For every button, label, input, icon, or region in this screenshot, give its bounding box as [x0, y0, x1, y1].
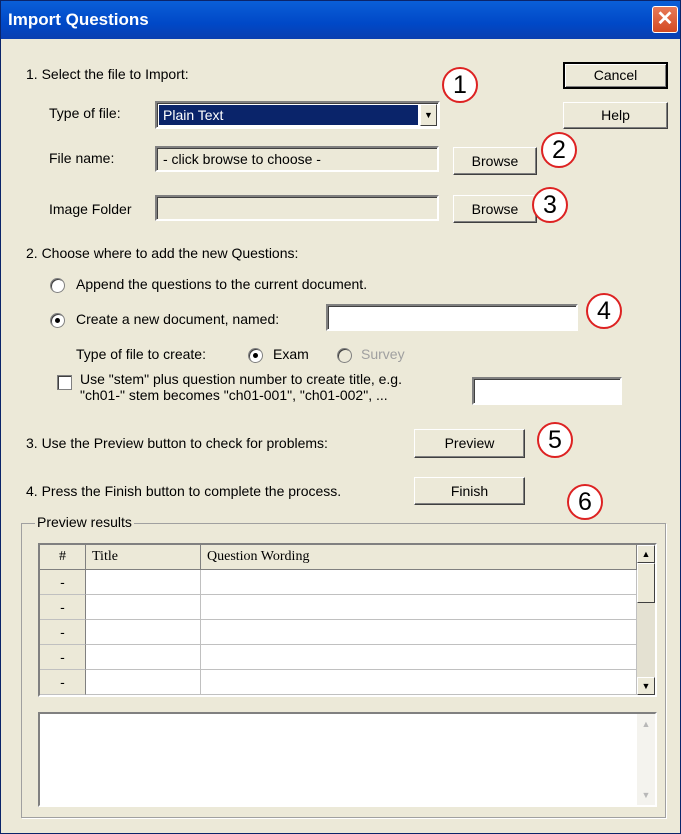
type-of-file-label: Type of file:: [49, 105, 121, 121]
table-row[interactable]: -: [40, 570, 86, 595]
type-of-file-value: Plain Text: [159, 105, 418, 125]
browse-image-button[interactable]: Browse: [453, 195, 537, 223]
step1-heading: 1. Select the file to Import:: [26, 66, 189, 82]
survey-label: Survey: [361, 346, 405, 362]
finish-button[interactable]: Finish: [414, 477, 525, 505]
stem-input[interactable]: [472, 377, 622, 405]
preview-results-label: Preview results: [35, 514, 134, 530]
exam-label: Exam: [273, 346, 309, 362]
stem-checkbox[interactable]: [57, 375, 72, 390]
cancel-button[interactable]: Cancel: [563, 62, 668, 89]
image-folder-label: Image Folder: [49, 201, 132, 217]
arrow-up-icon[interactable]: ▲: [637, 545, 655, 563]
column-header-number[interactable]: #: [40, 545, 86, 570]
callout-3: 3: [532, 187, 568, 223]
dialog-title: Import Questions: [8, 10, 149, 29]
import-questions-dialog: Import Questions ✕ 1. Select the file to…: [0, 0, 681, 834]
table-cell[interactable]: [201, 595, 637, 620]
table-cell[interactable]: [201, 620, 637, 645]
step3-text: 3. Use the Preview button to check for p…: [26, 435, 328, 451]
arrow-up-icon[interactable]: ▲: [638, 716, 654, 732]
create-new-label: Create a new document, named:: [76, 311, 280, 327]
exam-radio[interactable]: [248, 348, 263, 363]
details-scrollbar[interactable]: ▲ ▼: [637, 714, 655, 805]
new-document-name-input[interactable]: [326, 304, 578, 331]
append-radio[interactable]: [50, 278, 65, 293]
image-folder-field[interactable]: [155, 195, 439, 221]
file-name-label: File name:: [49, 150, 115, 166]
table-cell[interactable]: [86, 670, 201, 695]
survey-radio[interactable]: [337, 348, 352, 363]
stem-line-1: Use "stem" plus question number to creat…: [80, 371, 402, 387]
arrow-down-icon[interactable]: ▼: [638, 787, 654, 803]
type-to-create-label: Type of file to create:: [76, 346, 206, 362]
column-header-question-wording[interactable]: Question Wording: [201, 545, 637, 570]
title-bar[interactable]: Import Questions ✕: [1, 1, 680, 39]
preview-details-textarea[interactable]: ▲ ▼: [38, 712, 657, 807]
table-cell[interactable]: [201, 670, 637, 695]
append-label: Append the questions to the current docu…: [76, 276, 368, 292]
table-cell[interactable]: [86, 595, 201, 620]
help-button[interactable]: Help: [563, 102, 668, 129]
table-row[interactable]: -: [40, 595, 86, 620]
arrow-down-icon[interactable]: ▼: [637, 677, 655, 695]
grid-scrollbar[interactable]: ▲ ▼: [637, 545, 655, 695]
step4-text: 4. Press the Finish button to complete t…: [26, 483, 342, 499]
step2-heading: 2. Choose where to add the new Questions…: [26, 245, 299, 261]
callout-5: 5: [537, 422, 573, 458]
file-name-field[interactable]: - click browse to choose -: [155, 146, 439, 172]
table-row[interactable]: -: [40, 645, 86, 670]
table-cell[interactable]: [86, 570, 201, 595]
stem-line-2: "ch01-" stem becomes "ch01-001", "ch01-0…: [80, 387, 388, 403]
grid-scroll-thumb[interactable]: [637, 563, 655, 603]
column-header-title[interactable]: Title: [86, 545, 201, 570]
table-cell[interactable]: [201, 570, 637, 595]
table-cell[interactable]: [86, 620, 201, 645]
callout-2: 2: [541, 132, 577, 168]
table-cell[interactable]: [201, 645, 637, 670]
table-cell[interactable]: [86, 645, 201, 670]
chevron-down-icon[interactable]: ▼: [420, 104, 437, 126]
callout-4: 4: [586, 293, 622, 329]
type-of-file-select[interactable]: Plain Text ▼: [155, 101, 440, 129]
table-row[interactable]: -: [40, 670, 86, 695]
callout-6: 6: [567, 484, 603, 520]
create-new-radio[interactable]: [50, 313, 65, 328]
preview-button[interactable]: Preview: [414, 429, 525, 458]
close-button[interactable]: ✕: [652, 6, 678, 33]
preview-results-grid[interactable]: # Title Question Wording - - - - - ▲ ▼: [38, 543, 657, 697]
browse-file-button[interactable]: Browse: [453, 147, 537, 175]
table-row[interactable]: -: [40, 620, 86, 645]
callout-1: 1: [442, 67, 478, 103]
